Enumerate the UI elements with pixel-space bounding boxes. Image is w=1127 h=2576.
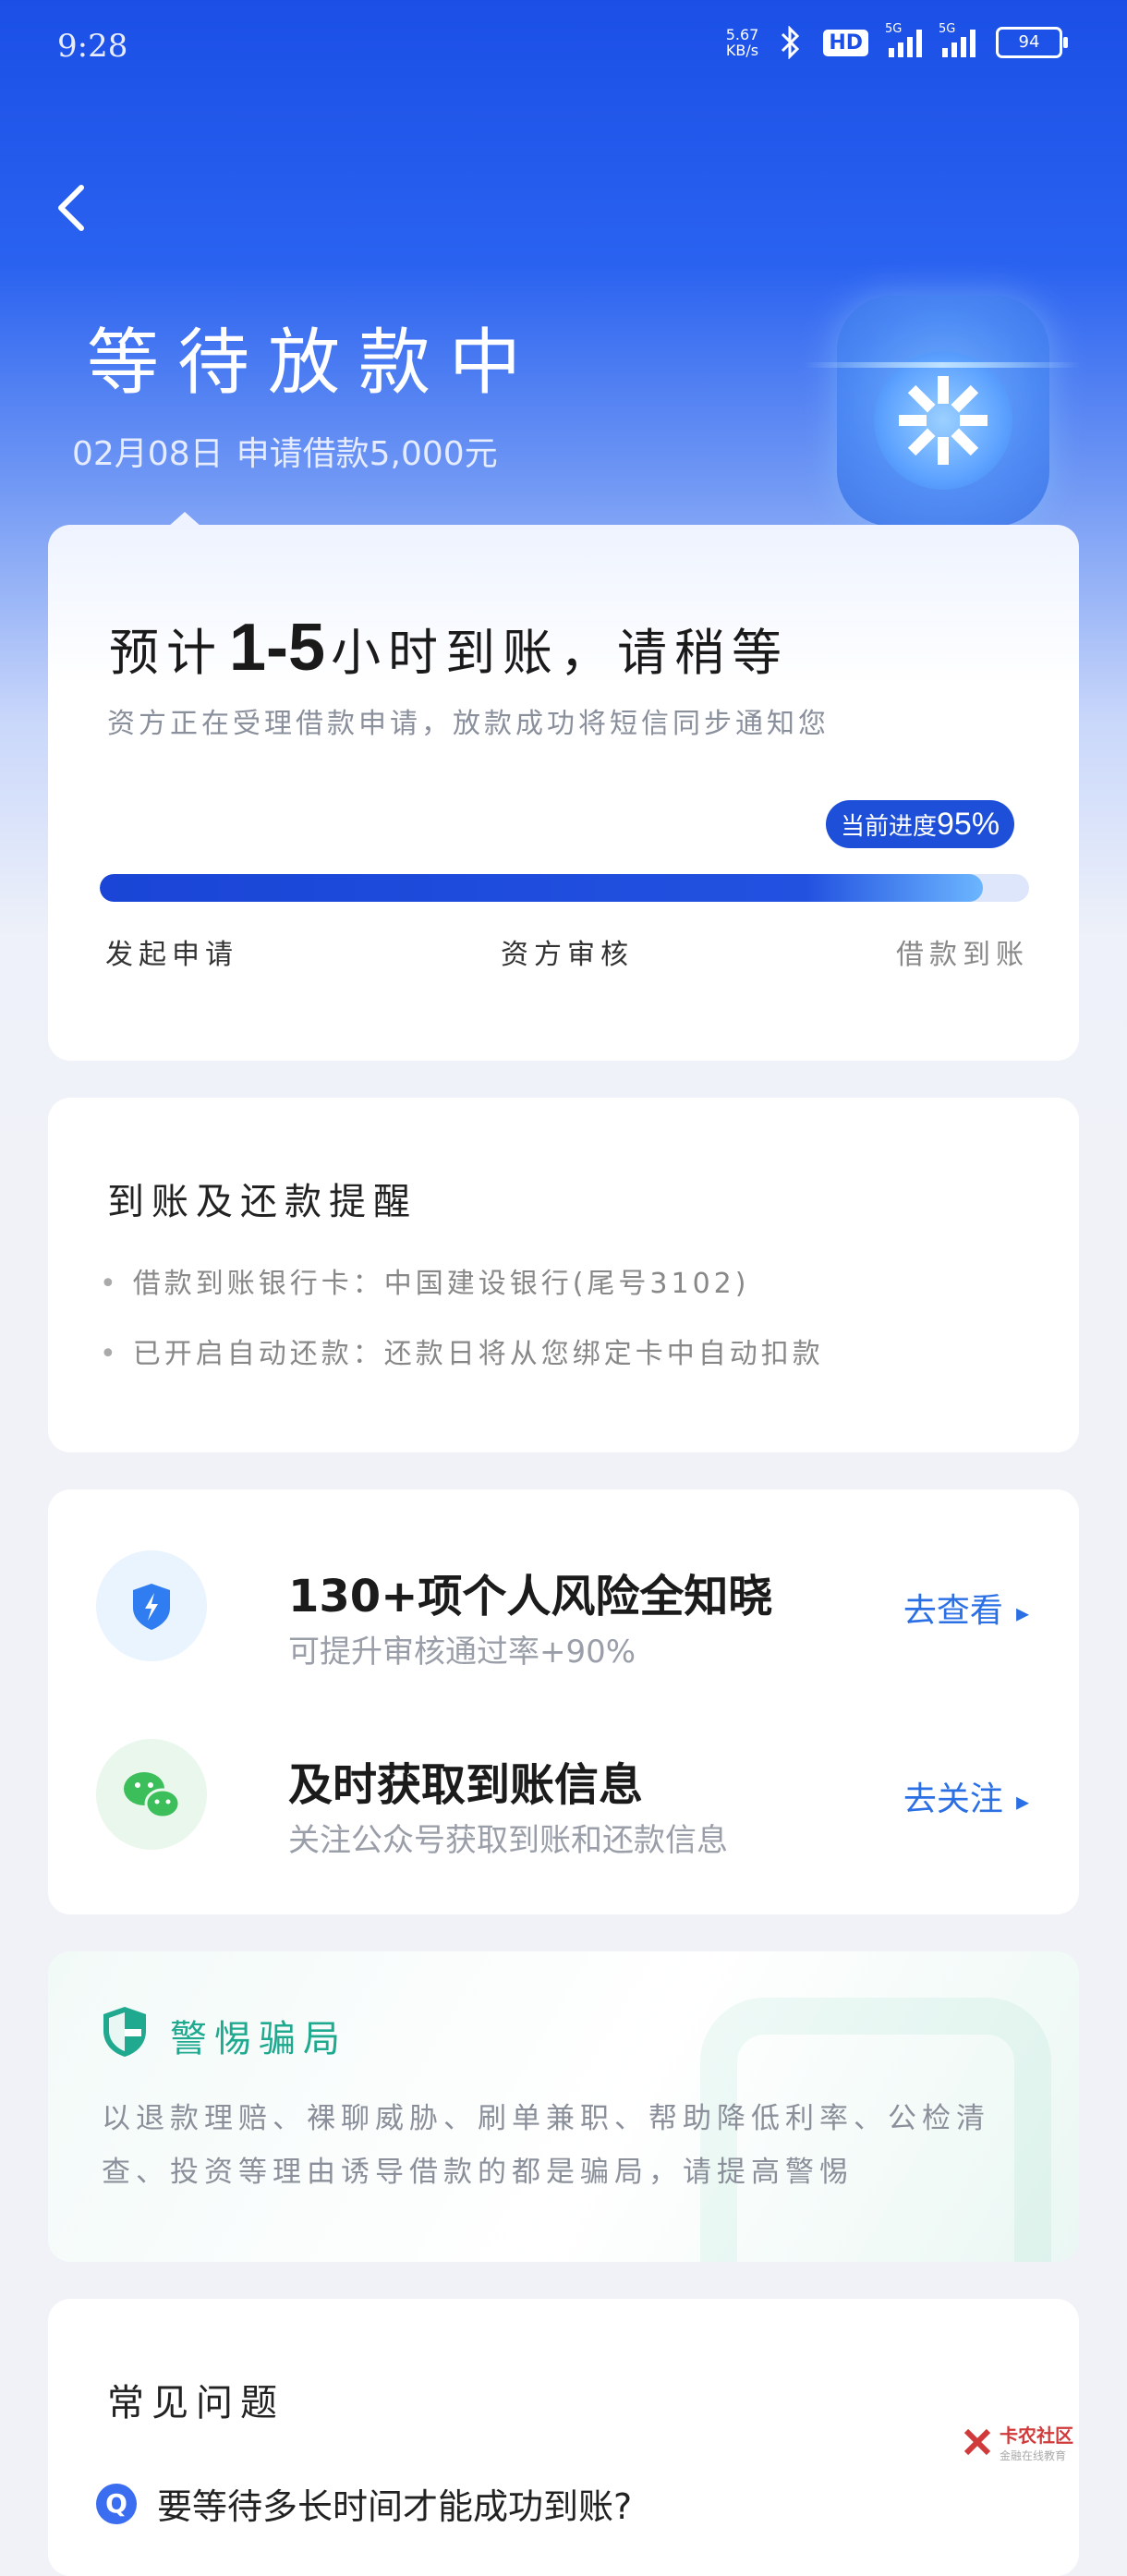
status-badge-illustration — [804, 296, 1081, 536]
reminder-item: 借款到账银行卡：中国建设银行(尾号3102) — [100, 1260, 749, 1301]
reminder-item: 已开启自动还款：还款日将从您绑定卡中自动扣款 — [100, 1331, 824, 1371]
actions-card: 130+项个人风险全知晓 可提升审核通过率+90% 去查看 及时获取到账信息 关… — [48, 1489, 1079, 1914]
battery-icon: 94 — [996, 27, 1068, 58]
progress-badge: 当前进度95% — [826, 800, 1015, 848]
wechat-follow-subtitle: 关注公众号获取到账和还款信息 — [288, 1822, 728, 1859]
status-time: 9:28 — [57, 28, 128, 65]
fraud-warning-card: 警惕骗局 以退款理赔、裸聊威胁、刷单兼职、帮助降低利率、公检清查、投资等理由诱导… — [48, 1951, 1079, 2262]
back-arrow-icon[interactable] — [52, 180, 92, 236]
follow-link[interactable]: 去关注 — [903, 1772, 1029, 1820]
reminder-card: 到账及还款提醒 借款到账银行卡：中国建设银行(尾号3102) 已开启自动还款：还… — [48, 1098, 1079, 1452]
reminder-title: 到账及还款提醒 — [107, 1181, 418, 1223]
brand-logo-icon — [963, 2428, 991, 2456]
page-subtitle: 02月08日 申请借款5,000元 — [72, 435, 498, 473]
wechat-follow-row[interactable]: 及时获取到账信息 关注公众号获取到账和还款信息 去关注 — [96, 1739, 1029, 1859]
signal-icon-2: 5G — [939, 22, 976, 57]
faq-title: 常见问题 — [107, 2382, 285, 2424]
risk-check-subtitle: 可提升审核通过率+90% — [288, 1634, 636, 1671]
bluetooth-icon — [782, 26, 800, 59]
progress-card: 预计 1-5 小时到账，请稍等 资方正在受理借款申请，放款成功将短信同步通知您 当前… — [48, 512, 1079, 1061]
view-link[interactable]: 去查看 — [903, 1584, 1029, 1632]
wechat-icon — [96, 1739, 207, 1850]
bank-logo-icon — [899, 376, 988, 465]
status-icons: 5.67 KB/s HD 5G 5G 94 — [725, 22, 1068, 59]
net-speed: 5.67 KB/s — [725, 26, 759, 59]
hd-icon: HD — [823, 29, 868, 56]
faq-question: 要等待多长时间才能成功到账? — [157, 2486, 633, 2527]
risk-check-row[interactable]: 130+项个人风险全知晓 可提升审核通过率+90% 去查看 — [96, 1550, 1029, 1671]
shield-warning-icon — [103, 2007, 146, 2057]
step-review: 资方审核 — [501, 939, 634, 971]
eta-text: 预计 1-5 小时到账，请稍等 — [109, 611, 790, 685]
faq-card: 常见问题 Q 要等待多长时间才能成功到账? — [48, 2299, 1079, 2576]
page-title: 等待放款中 — [87, 322, 540, 405]
eta-description: 资方正在受理借款申请，放款成功将短信同步通知您 — [107, 708, 830, 740]
wechat-follow-title: 及时获取到账信息 — [288, 1759, 644, 1811]
progress-steps: 发起申请 资方审核 借款到账 — [105, 931, 1029, 972]
watermark: 卡农社区 金融在线教育 — [961, 2421, 1073, 2463]
step-apply: 发起申请 — [105, 939, 238, 971]
progress-bar — [100, 874, 1029, 902]
warning-title: 警惕骗局 — [170, 2018, 347, 2060]
warning-text: 以退款理赔、裸聊威胁、刷单兼职、帮助降低利率、公检清查、投资等理由诱导借款的都是… — [102, 2102, 990, 2189]
signal-icon: 5G — [885, 22, 922, 57]
status-bar: 9:28 5.67 KB/s HD 5G 5G 94 — [0, 0, 1127, 102]
faq-item[interactable]: Q 要等待多长时间才能成功到账? — [96, 2478, 632, 2529]
risk-check-title: 130+项个人风险全知晓 — [288, 1571, 773, 1622]
shield-bolt-icon — [96, 1550, 207, 1661]
step-arrival: 借款到账 — [896, 939, 1029, 971]
question-icon: Q — [96, 2483, 137, 2524]
progress-fill — [100, 874, 983, 902]
